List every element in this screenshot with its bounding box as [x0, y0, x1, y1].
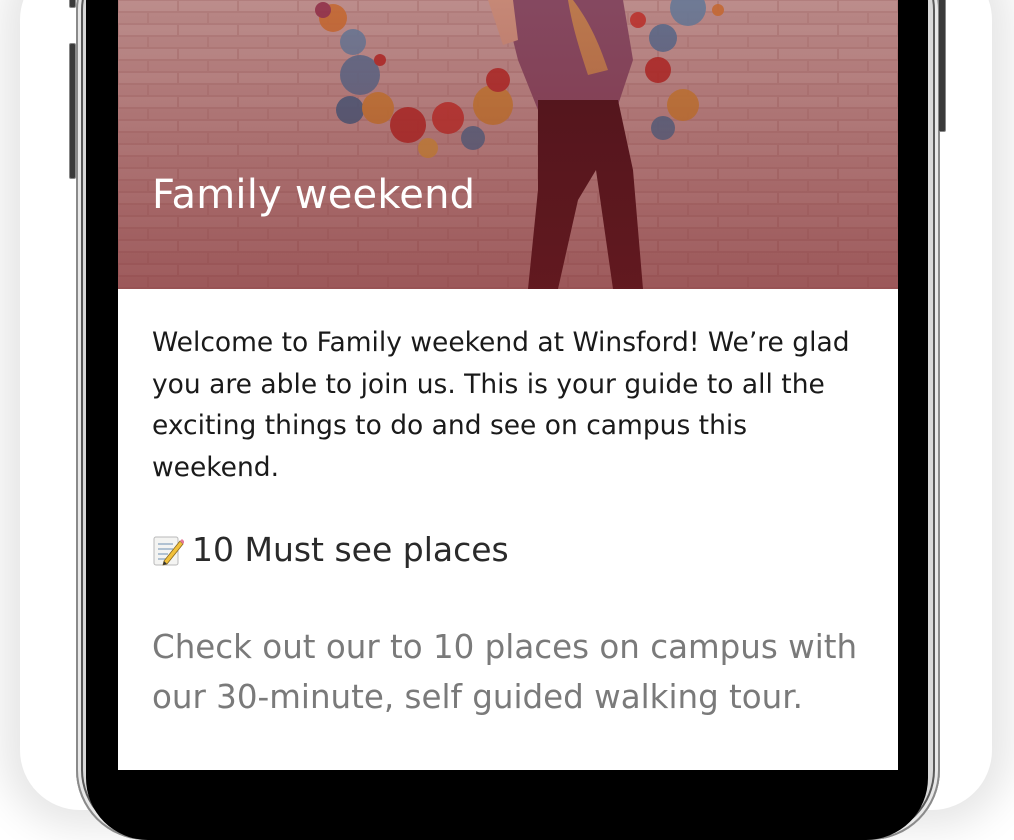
mute-switch	[69, 0, 76, 8]
content-area: Welcome to Family weekend at Winsford! W…	[152, 322, 872, 716]
hero-image	[118, 0, 898, 289]
app-screen: Family weekend Welcome to Family weekend…	[118, 0, 898, 770]
section-heading-row[interactable]: 10 Must see places	[152, 530, 509, 569]
power-button	[938, 0, 946, 132]
intro-text: Welcome to Family weekend at Winsford! W…	[152, 327, 850, 483]
hero-title: Family weekend	[152, 172, 476, 218]
section-heading: 10 Must see places	[192, 530, 509, 569]
section-body-text: Check out our to 10 places on campus wit…	[152, 628, 858, 716]
volume-button	[69, 43, 76, 179]
hero-banner: Family weekend	[118, 0, 898, 289]
memo-icon	[152, 533, 185, 567]
